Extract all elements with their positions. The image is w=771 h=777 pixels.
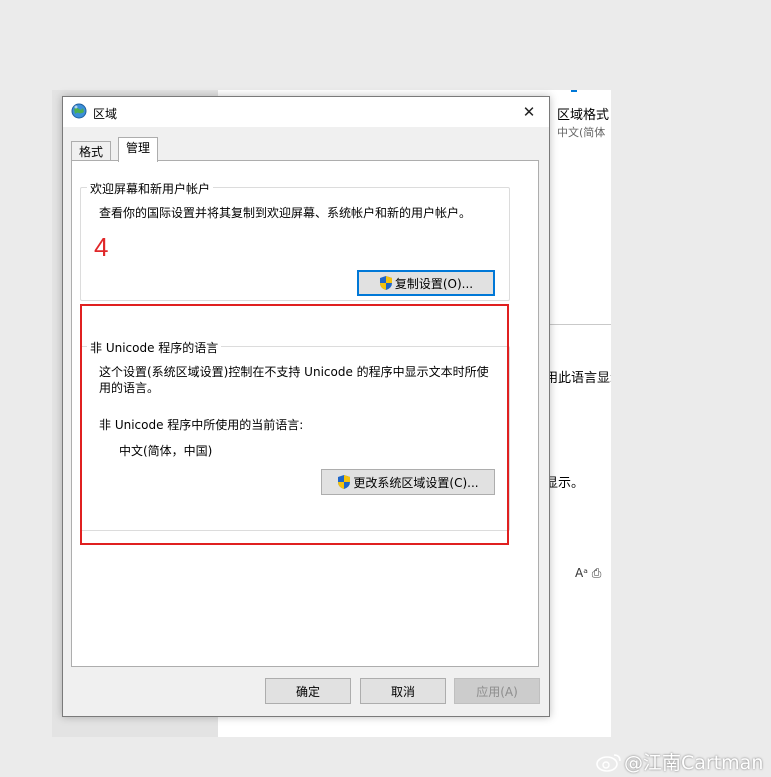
uac-shield-icon — [379, 276, 392, 290]
current-language-label: 非 Unicode 程序中所使用的当前语言: — [99, 418, 304, 432]
change-system-locale-button[interactable]: 更改系统区域设置(C)... — [321, 469, 495, 495]
copy-settings-button[interactable]: 复制设置(O)... — [357, 270, 495, 296]
background-partial-text-1: 用此语言显示 — [545, 371, 611, 386]
welcome-screen-group: 欢迎屏幕和新用户帐户 查看你的国际设置并将其复制到欢迎屏幕、系统帐户和新的用户帐… — [80, 180, 510, 301]
change-system-locale-label: 更改系统区域设置(C)... — [353, 475, 479, 490]
copy-settings-label: 复制设置(O)... — [394, 276, 474, 291]
weibo-logo-icon — [596, 753, 621, 772]
current-language-value: 中文(简体，中国) — [119, 444, 213, 458]
dialog-titlebar: 区域 ✕ — [63, 97, 549, 127]
dialog-title: 区域 — [93, 107, 118, 121]
cancel-button[interactable]: 取消 — [360, 678, 446, 704]
administrative-tab-panel: 欢迎屏幕和新用户帐户 查看你的国际设置并将其复制到欢迎屏幕、系统帐户和新的用户帐… — [71, 160, 539, 667]
step-number-annotation: 4 — [94, 232, 109, 262]
close-icon: ✕ — [522, 103, 536, 121]
apply-button[interactable]: 应用(A) — [454, 678, 540, 704]
background-subtext: 中文(简体 — [557, 126, 606, 139]
tab-format[interactable]: 格式 — [71, 141, 112, 162]
uac-shield-icon — [338, 475, 351, 489]
ok-button[interactable]: 确定 — [265, 678, 351, 704]
non-unicode-group: 非 Unicode 程序的语言 这个设置(系统区域设置)控制在不支持 Unico… — [80, 339, 510, 531]
background-accent-bar — [571, 90, 577, 92]
tab-format-label: 格式 — [79, 145, 104, 159]
non-unicode-description: 这个设置(系统区域设置)控制在不支持 Unicode 的程序中显示文本时所使用的… — [99, 365, 489, 395]
background-icons: Aᵃ ⎙ — [575, 566, 602, 580]
tab-administrative-label: 管理 — [126, 141, 151, 155]
cancel-button-label: 取消 — [390, 684, 415, 699]
region-dialog: 区域 ✕ 格式 管理 欢迎屏幕和新用户帐户 查看你的国际设置并将其复制到欢迎屏幕… — [62, 96, 550, 717]
apply-button-label: 应用(A) — [476, 684, 518, 699]
background-partial-text-2: 显示。 — [545, 476, 585, 491]
ok-button-label: 确定 — [295, 684, 320, 699]
watermark: @江南Cartman — [596, 748, 763, 775]
globe-icon — [71, 103, 87, 119]
watermark-text: @江南Cartman — [624, 752, 764, 774]
close-button[interactable]: ✕ — [509, 97, 549, 127]
tab-administrative[interactable]: 管理 — [118, 137, 159, 162]
non-unicode-group-legend: 非 Unicode 程序的语言 — [87, 339, 222, 356]
welcome-group-description: 查看你的国际设置并将其复制到欢迎屏幕、系统帐户和新的用户帐户。 — [99, 206, 472, 220]
background-divider — [548, 324, 611, 325]
welcome-group-legend: 欢迎屏幕和新用户帐户 — [87, 180, 214, 197]
background-heading: 区域格式 — [557, 108, 610, 123]
